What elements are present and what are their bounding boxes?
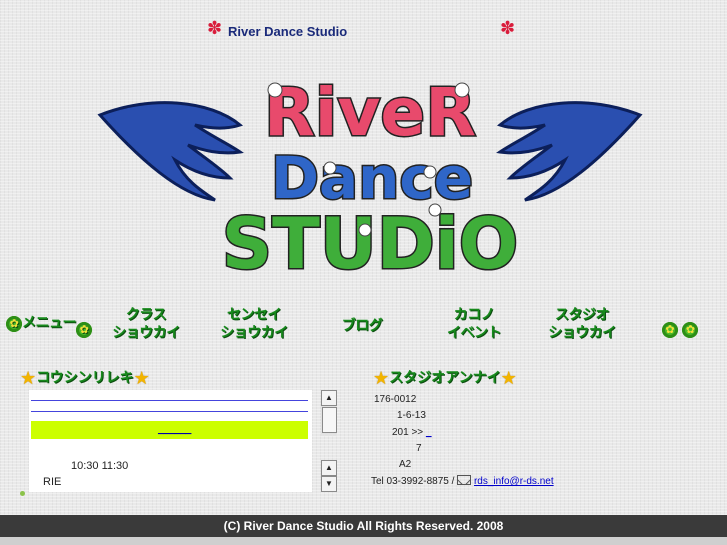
star-icon: ★ (133, 368, 150, 389)
address-map-link[interactable]: _ (426, 427, 432, 438)
schedule-heading: ★コウシンリレキ★ (20, 367, 150, 388)
nav-clovers: ✿ ✿ (662, 320, 699, 338)
schedule-heading-text: コウシンリレキ (36, 370, 134, 386)
nav-menu-text: メニュー (22, 315, 77, 331)
left-wing-icon (97, 101, 244, 202)
clover-icon: ✿ (662, 322, 678, 338)
update-link[interactable]: ______ (158, 424, 191, 435)
postal-code: 176-0012 (374, 394, 417, 405)
address-line2-text: 201 >> (392, 427, 424, 438)
contact-line: Tel 03-3992-8875 / rds_info@r-ds.net (371, 475, 554, 487)
star-icon: ★ (20, 368, 37, 389)
address-line1: 1-6-13 (397, 410, 426, 421)
scrollbar-lower[interactable]: ▲ ▼ (321, 460, 337, 492)
divider (31, 411, 308, 412)
nav-item-events[interactable]: カコノ イベント (432, 306, 516, 342)
clover-icon: ✿ (682, 322, 699, 338)
email-link[interactable]: rds_info@r-ds.net (474, 476, 554, 487)
scroll-down-button[interactable]: ▼ (321, 476, 337, 492)
scrollbar-upper[interactable]: ▲ (321, 390, 337, 436)
clover-icon: ✿ (76, 322, 92, 338)
nav-item-label: カコノ (453, 307, 495, 323)
nav-item-label: クラス (125, 307, 167, 323)
nav-menu-label: ✿ メニュー ✿ (6, 314, 92, 338)
logo-line1: RiveR (264, 74, 476, 151)
logo-line3: STUDiO (222, 203, 519, 280)
nav-item-class[interactable]: クラス ショウカイ (104, 306, 188, 342)
lesson-time: 10:30 11:30 (71, 460, 129, 472)
access-heading: ★スタジオアンナイ★ (373, 367, 517, 388)
scroll-thumb[interactable] (322, 407, 337, 433)
nav-item-label: イベント (447, 325, 502, 341)
access-heading-text: スタジオアンナイ (389, 370, 501, 386)
flower-icon: ✽ (207, 18, 223, 38)
flower-icon: ✽ (500, 18, 516, 38)
clover-icon: ✿ (6, 316, 22, 332)
divider (31, 400, 308, 401)
site-title: River Dance Studio (228, 24, 348, 39)
update-list: ______ 10:30 11:30 RIE (29, 390, 312, 492)
footer-strip (0, 537, 727, 545)
nav-item-label: ショウカイ (112, 325, 180, 341)
tel-number: Tel 03-3992-8875 / (371, 476, 455, 487)
right-wing-icon (496, 101, 643, 202)
nav-item-label: センセイ (227, 307, 282, 323)
footer-copyright: (C) River Dance Studio All Rights Reserv… (0, 515, 727, 537)
nav-item-label: ブログ (341, 318, 383, 334)
nav-item-label: スタジオ (555, 307, 610, 323)
nav-item-label: ショウカイ (220, 325, 288, 341)
star-icon: ★ (373, 368, 390, 389)
address-line4: A2 (399, 459, 412, 470)
nav-item-studio[interactable]: スタジオ ショウカイ (540, 306, 624, 342)
scroll-up-button[interactable]: ▲ (321, 390, 337, 406)
nav-item-teacher[interactable]: センセイ ショウカイ (212, 306, 296, 342)
small-leaf-icon (20, 491, 25, 496)
address-line2: 201 >> _ (392, 427, 432, 438)
studio-logo[interactable]: RiveR Dance STUDiO (90, 70, 650, 280)
nav-item-label: ショウカイ (548, 325, 616, 341)
nav-item-blog[interactable]: ブログ (320, 317, 404, 335)
mail-icon (457, 475, 472, 485)
star-icon: ★ (500, 368, 517, 389)
logo-line2: Dance (271, 144, 473, 212)
address-line3: 7 (416, 443, 422, 454)
instructor-name: RIE (43, 476, 62, 488)
scroll-up-button[interactable]: ▲ (321, 460, 337, 476)
update-highlight: ______ (31, 421, 308, 439)
